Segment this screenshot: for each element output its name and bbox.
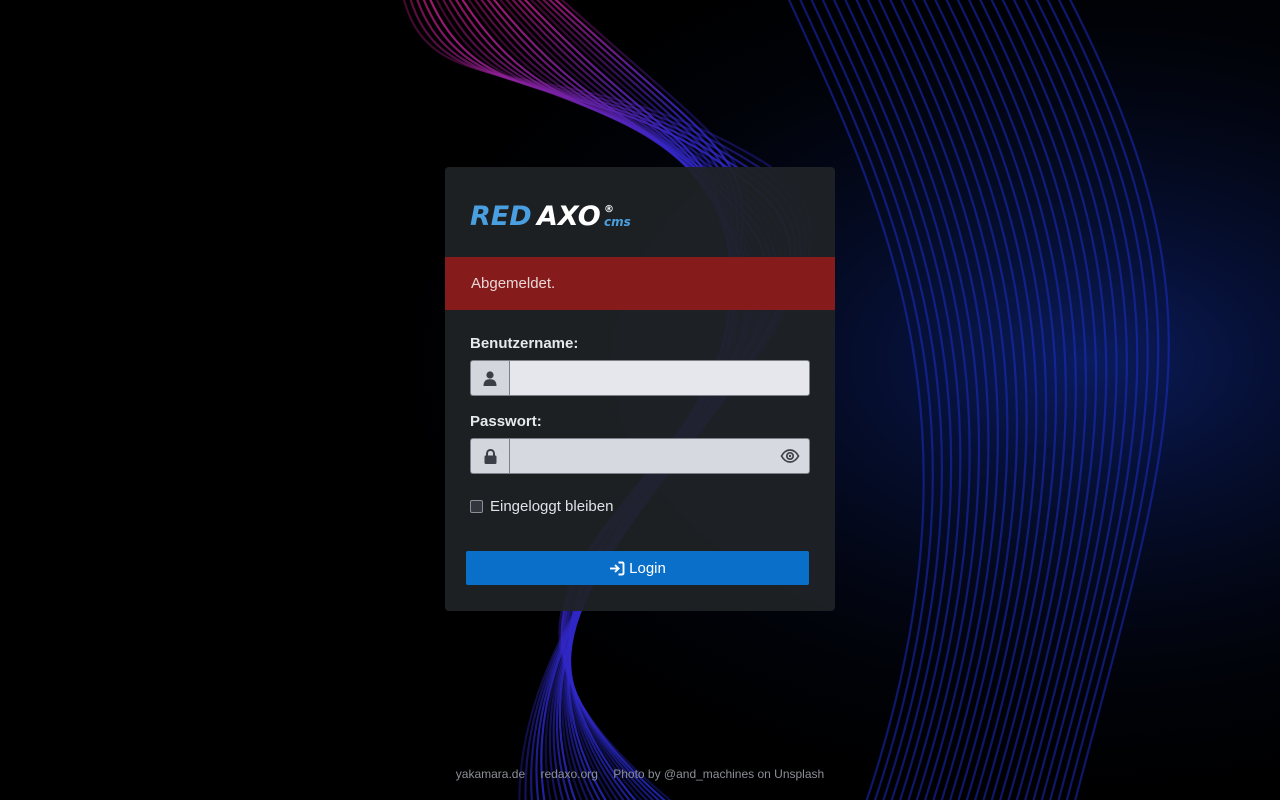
remember-me-checkbox[interactable]: [470, 500, 483, 513]
lock-icon: [470, 438, 509, 474]
login-button-label: Login: [629, 559, 666, 577]
user-icon: [470, 360, 509, 396]
password-input[interactable]: [509, 438, 810, 474]
alert-message: Abgemeldet.: [471, 275, 556, 292]
username-label: Benutzername:: [470, 335, 579, 352]
footer-photo-credit[interactable]: Photo by @and_machines on Unsplash: [613, 767, 824, 781]
footer: yakamara.de redaxo.org Photo by @and_mac…: [0, 767, 1280, 781]
logo-red-text: RED: [470, 201, 532, 232]
username-input[interactable]: [509, 360, 810, 396]
footer-link-redaxo[interactable]: redaxo.org: [541, 767, 598, 781]
logout-alert: Abgemeldet.: [445, 257, 835, 310]
logo-axo-text: AXO: [535, 201, 601, 232]
redaxo-logo: RED AXO ® cms: [470, 201, 631, 232]
login-button[interactable]: Login: [466, 551, 809, 585]
sign-in-icon: [610, 561, 625, 575]
login-panel: RED AXO ® cms Abgemeldet. Benutzername: …: [445, 167, 835, 611]
password-group: [470, 438, 810, 474]
password-label: Passwort:: [470, 413, 542, 430]
logo-registered-mark: ®: [604, 204, 614, 215]
remember-me-label[interactable]: Eingeloggt bleiben: [490, 498, 613, 515]
username-group: [470, 360, 810, 396]
logo-cms-text: cms: [604, 215, 631, 229]
eye-icon[interactable]: [780, 446, 800, 466]
footer-link-yakamara[interactable]: yakamara.de: [456, 767, 525, 781]
